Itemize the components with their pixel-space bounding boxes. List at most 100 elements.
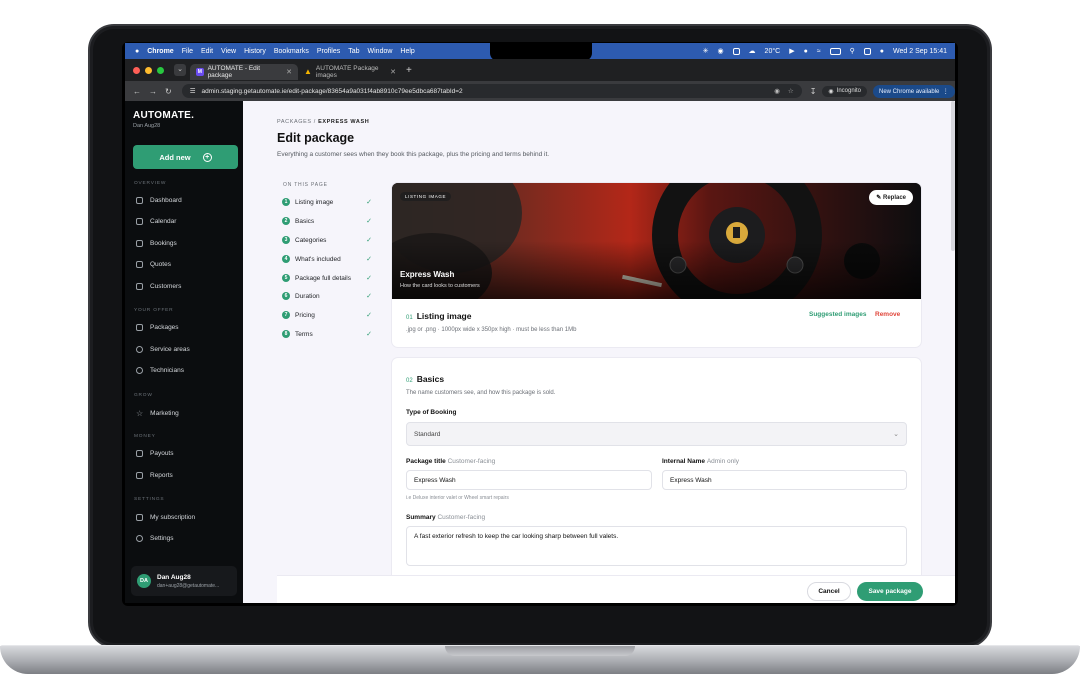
package-title-hint: i.e Deluxe interior valet or Wheel smart…: [406, 495, 509, 501]
toc-item-basics[interactable]: 2 Basics ✓: [282, 217, 372, 225]
breadcrumb-packages[interactable]: PACKAGES: [277, 119, 312, 125]
sidebar-item-bookings[interactable]: Bookings: [136, 240, 177, 247]
menu-view[interactable]: View: [221, 48, 236, 55]
add-new-button[interactable]: Add new +: [133, 145, 238, 169]
sidebar-item-my-subscription[interactable]: My subscription: [136, 514, 195, 521]
kebab-menu-icon: ⋮: [941, 88, 949, 95]
chrome-toolbar: ← → ↻ ☰ admin.staging.getautomate.ie/edi…: [125, 81, 955, 101]
tab-edit-package[interactable]: M AUTOMATE - Edit package ✕: [190, 64, 298, 80]
car-interior-photo: [392, 183, 921, 299]
tab-search-chevron-icon[interactable]: ⌄: [174, 64, 186, 76]
sidebar-item-settings[interactable]: Settings: [136, 535, 174, 542]
save-package-button[interactable]: Save package: [857, 582, 923, 601]
menu-help[interactable]: Help: [400, 48, 414, 55]
menu-datetime[interactable]: Wed 2 Sep 15:41: [893, 48, 947, 55]
suggested-images-link[interactable]: Suggested images: [809, 311, 866, 318]
forward-arrow-icon[interactable]: →: [149, 87, 157, 96]
bookmark-star-icon[interactable]: ☆: [788, 87, 794, 95]
tab-close-icon[interactable]: ✕: [286, 68, 292, 76]
home-icon: [136, 197, 143, 204]
sidebar-item-service-areas[interactable]: Service areas: [136, 346, 190, 353]
summary-textarea[interactable]: A fast exterior refresh to keep the car …: [406, 526, 907, 566]
plus-circle-icon: +: [202, 152, 212, 162]
menu-window[interactable]: Window: [368, 48, 393, 55]
sidebar-item-marketing[interactable]: ☆ Marketing: [136, 409, 179, 418]
section-label-money: MONEY: [134, 434, 156, 439]
sidebar-item-calendar[interactable]: Calendar: [136, 218, 176, 225]
menu-app-name[interactable]: Chrome: [147, 48, 173, 55]
page-scrollbar[interactable]: [951, 101, 955, 251]
step-number: 4: [282, 255, 290, 263]
password-key-icon[interactable]: ◉: [774, 87, 780, 95]
bluetooth-icon[interactable]: ✳: [703, 47, 709, 55]
internal-name-input[interactable]: Express Wash: [662, 470, 907, 490]
weather-icon[interactable]: ☁: [749, 47, 756, 55]
menu-tab[interactable]: Tab: [348, 48, 359, 55]
spotlight-icon[interactable]: ⚲: [850, 47, 855, 55]
tab-close-icon[interactable]: ✕: [390, 68, 396, 76]
listing-image-heading: 01 Listing image: [406, 311, 471, 321]
sidebar-item-payouts[interactable]: Payouts: [136, 450, 174, 457]
menu-file[interactable]: File: [182, 48, 193, 55]
step-number: 6: [282, 292, 290, 300]
user-icon[interactable]: ●: [804, 48, 808, 55]
sidebar-item-technicians[interactable]: Technicians: [136, 367, 184, 374]
sidebar-item-dashboard[interactable]: Dashboard: [136, 197, 182, 204]
section-label-settings: SETTINGS: [134, 497, 165, 502]
download-icon[interactable]: ↧: [810, 87, 817, 96]
sidebar-item-customers[interactable]: Customers: [136, 283, 181, 290]
back-arrow-icon[interactable]: ←: [133, 87, 141, 96]
menu-profiles[interactable]: Profiles: [317, 48, 340, 55]
minimize-window-button[interactable]: [145, 66, 152, 74]
record-icon[interactable]: ◉: [717, 47, 723, 55]
menu-history[interactable]: History: [244, 48, 266, 55]
toc-item-terms[interactable]: 8 Terms ✓: [282, 330, 372, 338]
toc-item-listing-image[interactable]: 1 Listing image ✓: [282, 198, 372, 206]
wifi-icon[interactable]: ≈: [817, 48, 821, 55]
battery-icon[interactable]: [829, 47, 841, 55]
reload-icon[interactable]: ↻: [165, 87, 172, 96]
site-settings-icon[interactable]: ☰: [190, 87, 196, 95]
customer-facing-tag: Customer-facing: [447, 458, 496, 465]
new-tab-plus-icon[interactable]: +: [406, 65, 412, 76]
step-number: 3: [282, 236, 290, 244]
user-email: dan+aug28@getautomate...: [157, 582, 220, 589]
tab-title: AUTOMATE Package images: [315, 65, 379, 79]
url-text[interactable]: admin.staging.getautomate.ie/edit-packag…: [202, 88, 463, 95]
incognito-indicator[interactable]: ◉ Incognito: [822, 85, 868, 97]
toc-item-package-full-details[interactable]: 5 Package full details ✓: [282, 274, 372, 282]
package-title-input[interactable]: Express Wash: [406, 470, 652, 490]
reports-icon: [136, 472, 143, 479]
maximize-window-button[interactable]: [157, 66, 164, 74]
toc-item-pricing[interactable]: 7 Pricing ✓: [282, 311, 372, 319]
sidebar-item-reports[interactable]: Reports: [136, 472, 173, 479]
toc-item-whats-included[interactable]: 4 What's included ✓: [282, 255, 372, 263]
location-pin-icon: [136, 346, 143, 353]
toc-item-label: Package full details: [295, 274, 352, 282]
tab-package-images[interactable]: ▲ AUTOMATE Package images ✕: [298, 64, 402, 80]
replace-button[interactable]: ✎ Replace: [869, 190, 913, 205]
breadcrumb: PACKAGES / EXPRESS WASH: [277, 119, 369, 125]
screen-mirror-icon[interactable]: [732, 47, 740, 55]
address-bar[interactable]: ☰ admin.staging.getautomate.ie/edit-pack…: [181, 84, 802, 98]
replace-label: Replace: [882, 195, 906, 201]
menu-edit[interactable]: Edit: [201, 48, 213, 55]
new-chrome-available-button[interactable]: New Chrome available ⋮: [873, 84, 955, 98]
siri-icon[interactable]: ●: [880, 48, 884, 55]
toc-item-duration[interactable]: 6 Duration ✓: [282, 292, 372, 300]
apple-icon[interactable]: ●: [135, 48, 139, 55]
weather-temp[interactable]: 20°C: [765, 48, 781, 55]
cancel-button[interactable]: Cancel: [807, 582, 851, 601]
brand-logo[interactable]: AUTOMATE.: [133, 110, 194, 121]
close-window-button[interactable]: [133, 66, 140, 74]
booking-type-select[interactable]: Standard ⌄: [406, 422, 907, 446]
sidebar-item-quotes[interactable]: Quotes: [136, 261, 171, 268]
play-icon[interactable]: ▶: [789, 47, 794, 55]
remove-image-link[interactable]: Remove: [875, 311, 900, 318]
toc-item-categories[interactable]: 3 Categories ✓: [282, 236, 372, 244]
menu-bookmarks[interactable]: Bookmarks: [274, 48, 309, 55]
sidebar-item-packages[interactable]: Packages: [136, 324, 179, 331]
user-card[interactable]: DA Dan Aug28 dan+aug28@getautomate...: [131, 566, 237, 596]
control-center-icon[interactable]: [863, 47, 871, 55]
listing-image-preview[interactable]: LISTING IMAGE ✎ Replace Express Wash How…: [392, 183, 921, 299]
